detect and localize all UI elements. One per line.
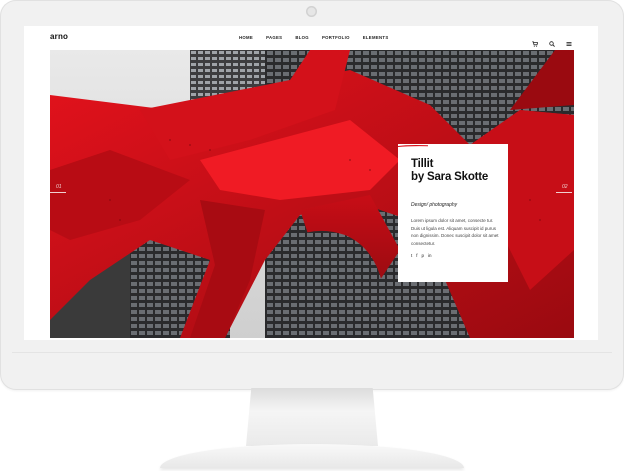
brush-stroke-decoration — [398, 144, 428, 147]
menu-item-elements[interactable]: ELEMENTS — [363, 35, 389, 40]
main-menu: HOME PAGES BLOG PORTFOLIO ELEMENTS — [239, 35, 402, 40]
facebook-icon[interactable]: f — [416, 253, 417, 258]
monitor-stand-base — [160, 444, 464, 468]
card-category: Design/ photography — [411, 202, 458, 208]
cart-icon[interactable] — [532, 34, 539, 47]
twitter-icon[interactable]: t — [411, 253, 412, 258]
menu-item-portfolio[interactable]: PORTFOLIO — [322, 35, 350, 40]
search-icon[interactable] — [549, 34, 555, 47]
menu-icon[interactable] — [566, 34, 572, 46]
linkedin-icon[interactable]: in — [428, 253, 432, 258]
website-screen: arno HOME PAGES BLOG PORTFOLIO ELEMENTS — [24, 26, 598, 340]
hero-slider: 01 02 Tillit by Sara Skotte Design/ phot… — [50, 50, 574, 338]
slide-next-line — [556, 192, 572, 193]
card-description: Lorem ipsum dolor sit amet, consecte tur… — [411, 218, 499, 246]
card-title[interactable]: Tillit by Sara Skotte — [411, 158, 503, 184]
monitor-chin-divider — [12, 352, 612, 353]
slide-next-number[interactable]: 02 — [562, 184, 568, 190]
site-header: arno HOME PAGES BLOG PORTFOLIO ELEMENTS — [24, 26, 598, 50]
site-logo[interactable]: arno — [50, 32, 68, 41]
camera-icon — [306, 6, 317, 17]
monitor-stand-neck — [246, 388, 378, 446]
header-icons — [532, 34, 572, 47]
menu-item-pages[interactable]: PAGES — [266, 35, 282, 40]
card-title-line-1: Tillit — [411, 158, 434, 170]
menu-item-home[interactable]: HOME — [239, 35, 253, 40]
slide-prev-line — [50, 192, 66, 193]
portfolio-card: Tillit by Sara Skotte Design/ photograph… — [398, 144, 508, 282]
card-title-line-2: by Sara Skotte — [411, 171, 489, 183]
monitor-frame: arno HOME PAGES BLOG PORTFOLIO ELEMENTS — [0, 0, 624, 390]
slide-prev-number[interactable]: 01 — [56, 184, 62, 190]
menu-item-blog[interactable]: BLOG — [295, 35, 309, 40]
pinterest-icon[interactable]: p — [422, 253, 425, 258]
social-links: t f p in — [411, 253, 432, 258]
